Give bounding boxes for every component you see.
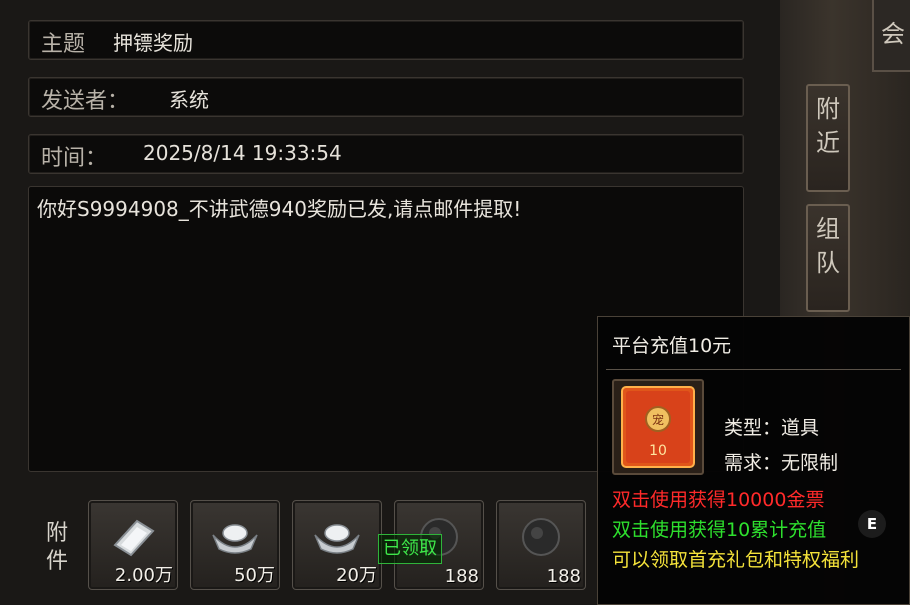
- dark-orb-icon: [522, 518, 560, 556]
- attachment-slot-2[interactable]: 50万: [190, 500, 280, 590]
- hotkey-badge: E: [858, 510, 886, 538]
- attachment-count: 50万: [234, 565, 275, 586]
- silver-ingot-icon: [314, 524, 360, 554]
- tooltip-divider: [606, 369, 901, 370]
- mail-body-text: 你好S9994908_不讲武德940奖励已发,请点邮件提取!: [37, 197, 522, 221]
- time-label: 时间：: [41, 146, 108, 171]
- attachment-slot-3[interactable]: 20万: [292, 500, 382, 590]
- red-envelope-icon: 宠 10: [621, 386, 695, 468]
- effect-line-gold: 双击使用获得10000金票: [612, 489, 825, 511]
- item-tooltip: 平台充值10元 宠 10 类型：道具 需求：无限制 双击使用获得10000金票 …: [597, 316, 910, 605]
- claimed-badge: 已领取: [378, 534, 442, 564]
- item-icon: 宠 10: [612, 379, 704, 475]
- subject-value: 押镖奖励: [113, 31, 193, 55]
- attachment-count: 2.00万: [114, 565, 173, 586]
- side-top-tab[interactable]: 会: [872, 0, 910, 72]
- attachment-slot-5[interactable]: 188: [496, 500, 586, 590]
- svg-text:宠: 宠: [652, 412, 664, 427]
- silver-ticket-icon: [113, 519, 155, 557]
- subject-row: 主题 押镖奖励: [28, 20, 744, 60]
- tab-nearby[interactable]: 附近: [806, 84, 850, 192]
- effect-line-recharge: 双击使用获得10累计充值: [612, 519, 827, 541]
- sender-value: 系统: [169, 88, 209, 112]
- silver-ingot-icon: [212, 524, 258, 554]
- time-row: 时间： 2025/8/14 19:33:54: [28, 134, 744, 174]
- requirement-row: 需求：无限制: [724, 452, 839, 474]
- time-value: 2025/8/14 19:33:54: [143, 141, 342, 165]
- type-row: 类型：道具: [724, 417, 820, 439]
- tooltip-title: 平台充值10元: [612, 335, 732, 357]
- attachment-count: 188: [546, 566, 581, 587]
- attachment-count: 20万: [336, 565, 377, 586]
- tab-team[interactable]: 组队: [806, 204, 850, 312]
- sender-row: 发送者： 系统: [28, 77, 744, 117]
- subject-label: 主题: [41, 32, 86, 57]
- attachment-slot-1[interactable]: 2.00万: [88, 500, 178, 590]
- attachments-label: 附 件: [45, 521, 68, 574]
- svg-text:10: 10: [649, 443, 667, 459]
- effect-line-benefit: 可以领取首充礼包和特权福利: [612, 549, 860, 571]
- attachment-count: 188: [444, 566, 479, 587]
- sender-label: 发送者：: [41, 89, 130, 114]
